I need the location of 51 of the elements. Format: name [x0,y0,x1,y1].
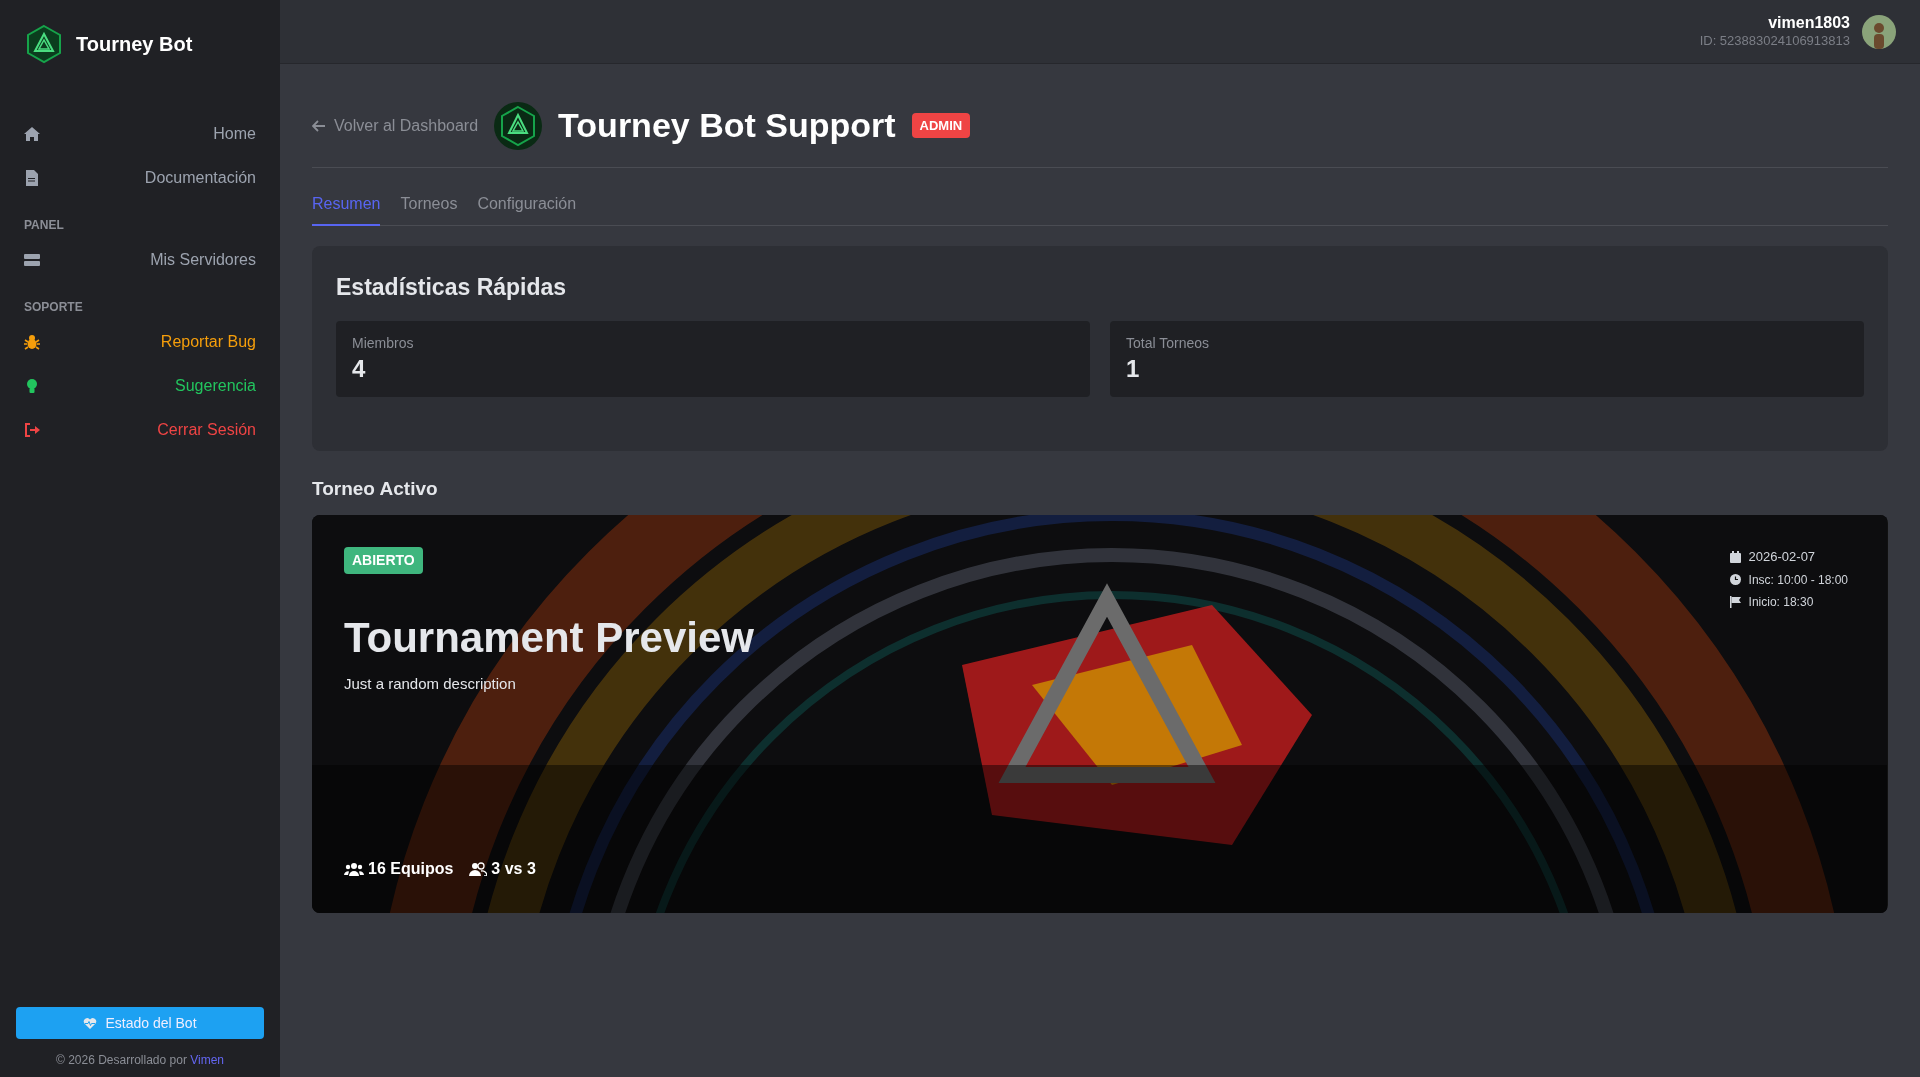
calendar-icon [1729,550,1741,563]
logo-icon [24,24,64,64]
tab[interactable]: Resumen [312,192,381,226]
stat-value: 4 [352,353,367,384]
user-pair-icon [469,862,488,876]
lightbulb-icon [24,378,40,394]
back-link[interactable]: Volver al Dashboard [312,113,479,138]
user-avatar[interactable] [1862,14,1896,49]
team-count: 16 Equipos [368,859,454,879]
clock-icon [1729,574,1741,585]
role-badge: ADMIN [911,112,971,139]
server-title: Tourney Bot Support [558,105,896,146]
heart-pulse-icon [83,1016,98,1030]
sidebar-item[interactable]: Home [24,112,256,156]
users-icon [344,862,364,876]
bot-status-button[interactable]: Estado del Bot [16,1007,264,1039]
match-format: 3 vs 3 [491,859,536,879]
sidebar-item[interactable]: Sugerencia [24,364,256,408]
server-icon [494,101,543,150]
sidebar-heading: PANEL [24,217,65,234]
flag-icon [1729,595,1741,608]
tournament-card[interactable]: ABIERTO Tournament Preview Just a random description 2026-02-07 Insc: 10:00 - 18:00 Inicio: 18:30 16 Equipos 3 vs 3 [312,515,1888,913]
stat-value: 1 [1126,353,1141,384]
footer-text: © 2026 Desarrollado por Vimen [55,1052,225,1069]
sidebar-item[interactable]: Documentación [24,156,256,200]
sidebar-item[interactable]: Cerrar Sesión [24,408,256,452]
username: vimen1803 [1768,13,1850,34]
brand-name: Tourney Bot [76,32,193,57]
tab[interactable]: Torneos [400,192,458,226]
sign-out-icon [24,422,40,438]
tournament-date: 2026-02-07 [1748,548,1816,566]
registration-time: Insc: 10:00 - 18:00 [1748,571,1848,589]
tab[interactable]: Configuración [477,192,577,226]
tournament-title: Tournament Preview [344,613,754,663]
sidebar-item[interactable]: Mis Servidores [24,238,256,282]
tournament-description: Just a random description [344,674,516,694]
stat-label: Miembros [352,333,415,353]
sidebar-heading: SOPORTE [24,299,84,316]
home-icon [24,126,40,142]
server-rack-icon [24,252,40,268]
stat-label: Total Torneos [1126,333,1210,353]
status-badge: ABIERTO [344,547,423,574]
developer-link[interactable]: Vimen [190,1053,225,1067]
section-heading: Torneo Activo [312,476,439,501]
user-id: ID: 523883024106913813 [1699,33,1850,50]
section-title: Estadísticas Rápidas [336,273,568,302]
arrow-left-icon [312,119,326,132]
document-icon [24,170,40,186]
bug-icon [24,334,40,350]
start-time: Inicio: 18:30 [1748,593,1814,611]
sidebar-item[interactable]: Reportar Bug [24,320,256,364]
